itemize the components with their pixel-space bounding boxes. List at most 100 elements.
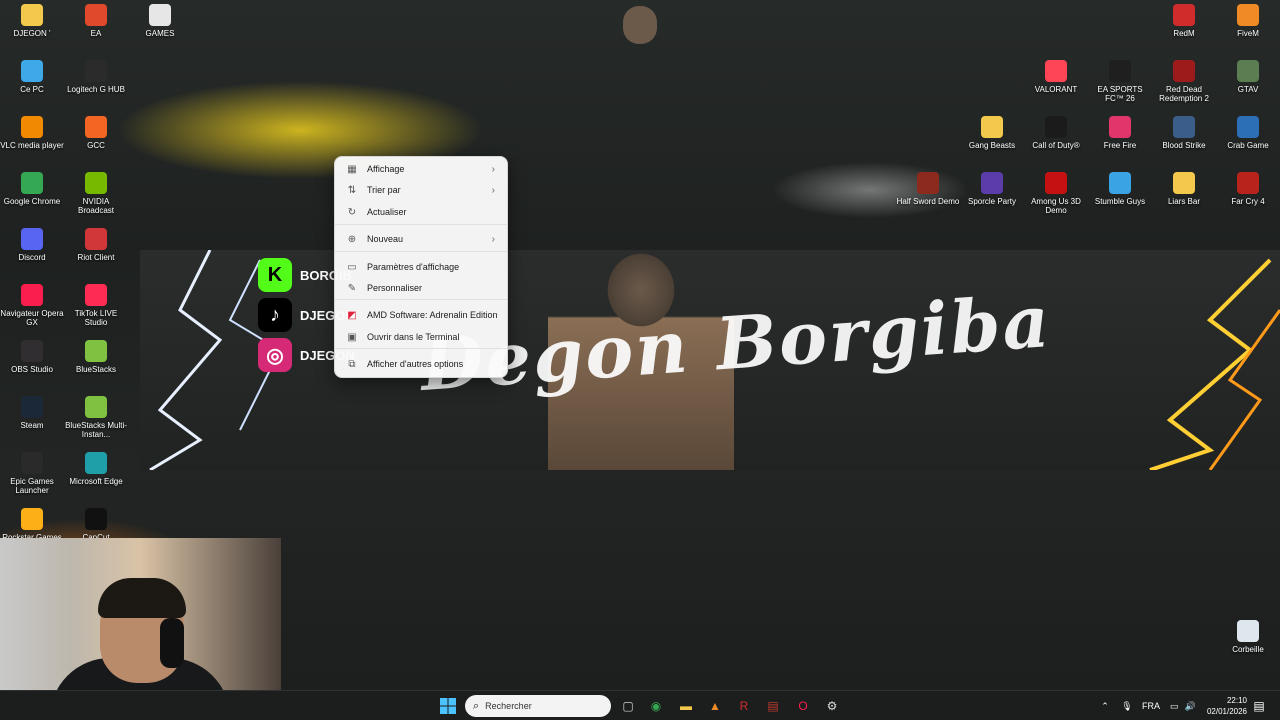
desktop_left-shortcut[interactable]: EA [64, 4, 128, 38]
context-menu-item[interactable]: ▭ Paramètres d'affichage [339, 257, 503, 277]
desktop-icon-label: Steam [20, 421, 44, 430]
desktop_left-shortcut[interactable]: Google Chrome [0, 172, 64, 206]
context-menu-item[interactable]: ↻ Actualiser [339, 202, 503, 222]
fivem-icon[interactable]: ▲ [704, 695, 726, 717]
desktop_right-shortcut[interactable]: Stumble Guys [1088, 172, 1152, 206]
context-menu-item[interactable]: ⊕ Nouveau › [339, 229, 503, 249]
desktop_right-shortcut[interactable]: Half Sword Demo [896, 172, 960, 206]
avatar[interactable] [608, 6, 672, 44]
bluestacks-icon [85, 340, 107, 362]
folder-icon [1173, 172, 1195, 194]
chevron-up-icon[interactable]: ⌃ [1098, 701, 1112, 712]
desktop-icon-label: NVIDIA Broadcast [77, 197, 115, 215]
desktop-icon-label: Free Fire [1103, 141, 1137, 150]
context-menu-item[interactable]: ◩ AMD Software: Adrenalin Edition [339, 305, 503, 325]
desktop_right-shortcut[interactable]: VALORANT [1024, 60, 1088, 94]
desktop_left-shortcut[interactable]: Discord [0, 228, 64, 262]
desktop-icon-label: GAMES [145, 29, 175, 38]
context-menu-label: Affichage [367, 164, 405, 174]
desktop_right-shortcut[interactable]: Far Cry 4 [1216, 172, 1280, 206]
clock[interactable]: 22:10 02/01/2026 [1205, 695, 1247, 717]
microphone-icon[interactable]: 🎙 [1120, 701, 1134, 712]
terminal-icon: ▣ [347, 331, 357, 343]
desktop_right-shortcut[interactable]: Red Dead Redemption 2 [1152, 60, 1216, 103]
desktop_right-shortcut[interactable]: Gang Beasts [960, 116, 1024, 150]
menu-separator [335, 299, 507, 300]
context-menu-item[interactable]: ✎ Personnaliser [339, 278, 503, 298]
desktop_left-shortcut[interactable]: Rockstar Games [0, 508, 64, 542]
half-sword-icon [917, 172, 939, 194]
desktop_right-shortcut[interactable]: Liars Bar [1152, 172, 1216, 206]
desktop_right-shortcut[interactable]: RedM [1152, 4, 1216, 38]
blood-strike-icon [1173, 116, 1195, 138]
gear-icon[interactable]: ⚙ [821, 695, 843, 717]
chrome-icon[interactable]: ◉ [645, 695, 667, 717]
desktop-icon-label: Ce PC [20, 85, 44, 94]
notification-icon[interactable]: ▤ [1252, 695, 1266, 717]
stumble-guys-icon [1109, 172, 1131, 194]
desktop_left-shortcut[interactable]: Epic Games Launcher [0, 452, 64, 495]
desktop_left-shortcut[interactable]: NVIDIA Broadcast [64, 172, 128, 215]
taskbar-search[interactable]: ⌕ Rechercher [465, 695, 611, 717]
context-menu-item[interactable]: ▣ Ouvrir dans le Terminal [339, 327, 503, 347]
folder-icon [21, 4, 43, 26]
menu-separator [335, 348, 507, 349]
desktop_left-shortcut[interactable]: GCC [64, 116, 128, 150]
start-button[interactable] [437, 695, 459, 717]
desktop_right-shortcut[interactable]: GTAV [1216, 60, 1280, 94]
opera-gx-icon[interactable]: O [792, 695, 814, 717]
desktop_right-shortcut[interactable]: Blood Strike [1152, 116, 1216, 150]
desktop_left-shortcut[interactable]: VLC media player [0, 116, 64, 150]
vlc-icon [21, 116, 43, 138]
language-indicator[interactable]: FRA [1142, 701, 1160, 711]
desktop_right-shortcut[interactable]: Sporcle Party [960, 172, 1024, 206]
desktop_right-shortcut[interactable]: FiveM [1216, 4, 1280, 38]
desktop_right-shortcut[interactable]: Corbeille [1216, 620, 1280, 654]
desktop_left-shortcut[interactable]: BlueStacks Multi-Instan... [64, 396, 128, 439]
desktop-icon-label: OBS Studio [11, 365, 53, 374]
desktop_left-shortcut[interactable]: DJEGON ' [0, 4, 64, 38]
nvidia-icon [85, 172, 107, 194]
desktop_left-shortcut[interactable]: Logitech G HUB [64, 60, 128, 94]
desktop_left-shortcut[interactable]: TikTok LIVE Studio [64, 284, 128, 327]
desktop_right-shortcut[interactable]: Free Fire [1088, 116, 1152, 150]
desktop_left-shortcut[interactable]: Microsoft Edge [64, 452, 128, 486]
redm-icon[interactable]: R [733, 695, 755, 717]
context-menu-item[interactable]: ⇅ Trier par › [339, 180, 503, 200]
menu-separator [335, 251, 507, 252]
network-icon[interactable]: ▭ [1170, 701, 1179, 712]
desktop_right-shortcut[interactable]: Call of Duty® [1024, 116, 1088, 150]
discord-icon [21, 228, 43, 250]
desktop-icon-label: Red Dead Redemption 2 [1159, 85, 1209, 103]
steam-icon [21, 396, 43, 418]
desktop_left-shortcut[interactable]: OBS Studio [0, 340, 64, 374]
desktop_right-shortcut[interactable]: Crab Game [1216, 116, 1280, 150]
display-icon: ▭ [347, 261, 357, 273]
desktop_left-shortcut[interactable]: GAMES [128, 4, 192, 38]
desktop-icon-label: Liars Bar [1167, 197, 1200, 206]
task-view-icon[interactable]: ▢ [617, 695, 639, 717]
far-cry-icon [1237, 172, 1259, 194]
more-options-icon: ⧉ [348, 358, 356, 370]
volume-icon[interactable]: 🔊 [1185, 701, 1196, 712]
desktop_left-shortcut[interactable]: Riot Client [64, 228, 128, 262]
context-menu-item[interactable]: ▦ Affichage › [339, 159, 503, 179]
desktop_right-shortcut[interactable]: Among Us 3D Demo [1024, 172, 1088, 215]
desktop-icon-label: GTAV [1237, 85, 1259, 94]
context-menu-item[interactable]: ⧉ Afficher d'autres options [339, 354, 503, 374]
rdr2-icon [1173, 60, 1195, 82]
desktop-icon-label: VALORANT [1034, 85, 1078, 94]
desktop_left-shortcut[interactable]: CapCut [64, 508, 128, 542]
desktop_left-shortcut[interactable]: BlueStacks [64, 340, 128, 374]
plus-circle-icon: ⊕ [347, 233, 357, 245]
file-explorer-icon[interactable]: ▬ [675, 695, 697, 717]
chevron-right-icon: › [491, 163, 495, 175]
mixer-icon[interactable]: ▤ [762, 695, 784, 717]
desktop-icon-label: Discord [18, 253, 46, 262]
desktop_right-shortcut[interactable]: EA SPORTS FC™ 26 [1088, 60, 1152, 103]
gang-beasts-icon [981, 116, 1003, 138]
desktop-icon-label: Logitech G HUB [67, 85, 125, 94]
desktop_left-shortcut[interactable]: Ce PC [0, 60, 64, 94]
desktop_left-shortcut[interactable]: Navigateur Opera GX [0, 284, 64, 327]
desktop_left-shortcut[interactable]: Steam [0, 396, 64, 430]
